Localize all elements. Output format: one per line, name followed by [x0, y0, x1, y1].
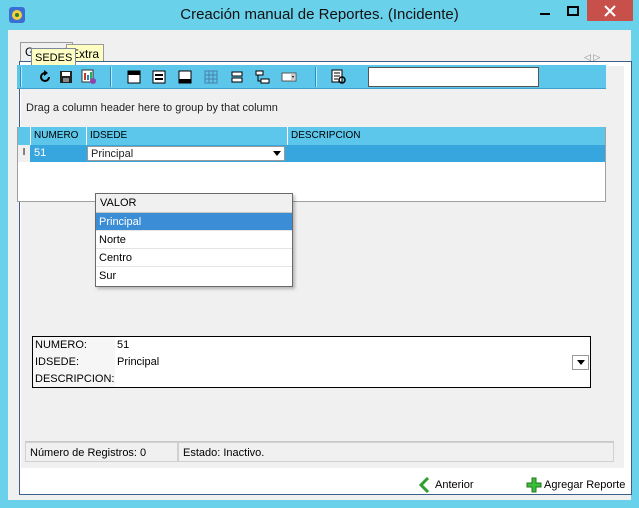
previous-button[interactable]: Anterior [418, 475, 474, 495]
close-button[interactable] [587, 0, 633, 21]
save-button[interactable] [57, 68, 75, 86]
tab-scroll-arrows[interactable]: ◁ ▷ [584, 52, 600, 63]
dropdown-option[interactable]: Sur [96, 267, 292, 285]
idsede-combo[interactable]: Principal [87, 146, 285, 161]
combo-icon [281, 72, 297, 82]
grid-lines-button[interactable] [202, 68, 220, 86]
toolbar [17, 65, 606, 89]
group-rows-button[interactable] [254, 68, 272, 86]
row-edit-indicator: I [18, 145, 30, 162]
table-row[interactable]: I 51 Principal [18, 145, 605, 162]
report-icon [81, 69, 96, 84]
report-button[interactable] [80, 68, 98, 86]
dropdown-option[interactable]: Principal [96, 213, 292, 231]
chevron-down-icon [576, 360, 585, 365]
state-status: Estado: Inactivo. [178, 442, 614, 462]
status-bar: Número de Registros: 0 Estado: Inactivo. [25, 441, 614, 462]
add-report-button[interactable]: Agregar Reporte [526, 475, 625, 495]
form-view-button[interactable] [150, 68, 168, 86]
grid-header: NUMERO IDSEDE DESCRIPCION [18, 127, 605, 145]
column-header-numero[interactable]: NUMERO [31, 127, 87, 145]
close-icon [604, 4, 616, 17]
form-icon [152, 70, 166, 84]
cell-descripcion[interactable] [288, 145, 605, 162]
idsede-field[interactable]: Principal [117, 356, 159, 373]
refresh-icon [40, 70, 50, 82]
dropdown-option[interactable]: Centro [96, 249, 292, 267]
minimize-icon [539, 12, 550, 15]
plus-icon [526, 477, 542, 493]
search-input[interactable] [368, 67, 539, 87]
idsede-dropdown-button[interactable] [572, 355, 589, 370]
tab-sedes[interactable]: SEDES [31, 48, 77, 65]
application-window: Creación manual de Reportes. (Incidente)… [0, 0, 639, 508]
title-bar[interactable]: Creación manual de Reportes. (Incidente) [0, 0, 639, 30]
tree-icon [255, 70, 270, 84]
refresh-button[interactable] [36, 68, 54, 86]
header-view-button[interactable] [125, 68, 143, 86]
add-report-button-label: Agregar Reporte [544, 479, 626, 491]
group-by-hint: Drag a column header here to group by th… [26, 102, 278, 114]
column-header-descripcion[interactable]: DESCRIPCION [288, 127, 605, 145]
record-count-status: Número de Registros: 0 [25, 442, 178, 462]
footer-view-button[interactable] [176, 68, 194, 86]
maximize-button[interactable] [559, 0, 586, 21]
record-detail-panel: NUMERO: 51 IDSEDE: Principal DESCRIPCION… [32, 336, 591, 388]
row-height-button[interactable] [228, 68, 246, 86]
previous-button-label: Anterior [435, 479, 474, 491]
grid-icon [204, 70, 218, 84]
layout-bottom-icon [178, 70, 192, 84]
toolbar-separator [110, 67, 112, 87]
minimize-button[interactable] [531, 0, 558, 21]
numero-label: NUMERO: [35, 339, 87, 351]
column-header-idsede[interactable]: IDSEDE [87, 127, 288, 145]
save-icon [60, 71, 72, 83]
cell-numero[interactable]: 51 [31, 145, 87, 162]
descripcion-label: DESCRIPCION: [35, 373, 115, 385]
row-indicator-header [18, 127, 31, 145]
idsede-combo-value: Principal [91, 148, 134, 160]
idsede-label: IDSEDE: [35, 356, 80, 368]
numero-field[interactable]: 51 [117, 339, 129, 356]
toolbar-separator [315, 67, 317, 87]
dropdown-option[interactable]: Norte [96, 231, 292, 249]
data-grid: NUMERO IDSEDE DESCRIPCION I 51 Principal [17, 127, 606, 202]
maximize-icon [566, 5, 579, 16]
toolbar-separator [20, 67, 22, 87]
find-button[interactable] [330, 68, 348, 86]
chevron-left-icon [418, 477, 430, 493]
chevron-down-icon[interactable] [269, 147, 284, 160]
idsede-dropdown-list: VALOR Principal Norte Centro Sur [95, 193, 293, 287]
rows-icon [231, 71, 243, 83]
dropdown-filter-button[interactable] [280, 68, 298, 86]
layout-top-icon [127, 70, 141, 84]
dropdown-header: VALOR [96, 194, 292, 213]
find-icon [331, 69, 346, 84]
